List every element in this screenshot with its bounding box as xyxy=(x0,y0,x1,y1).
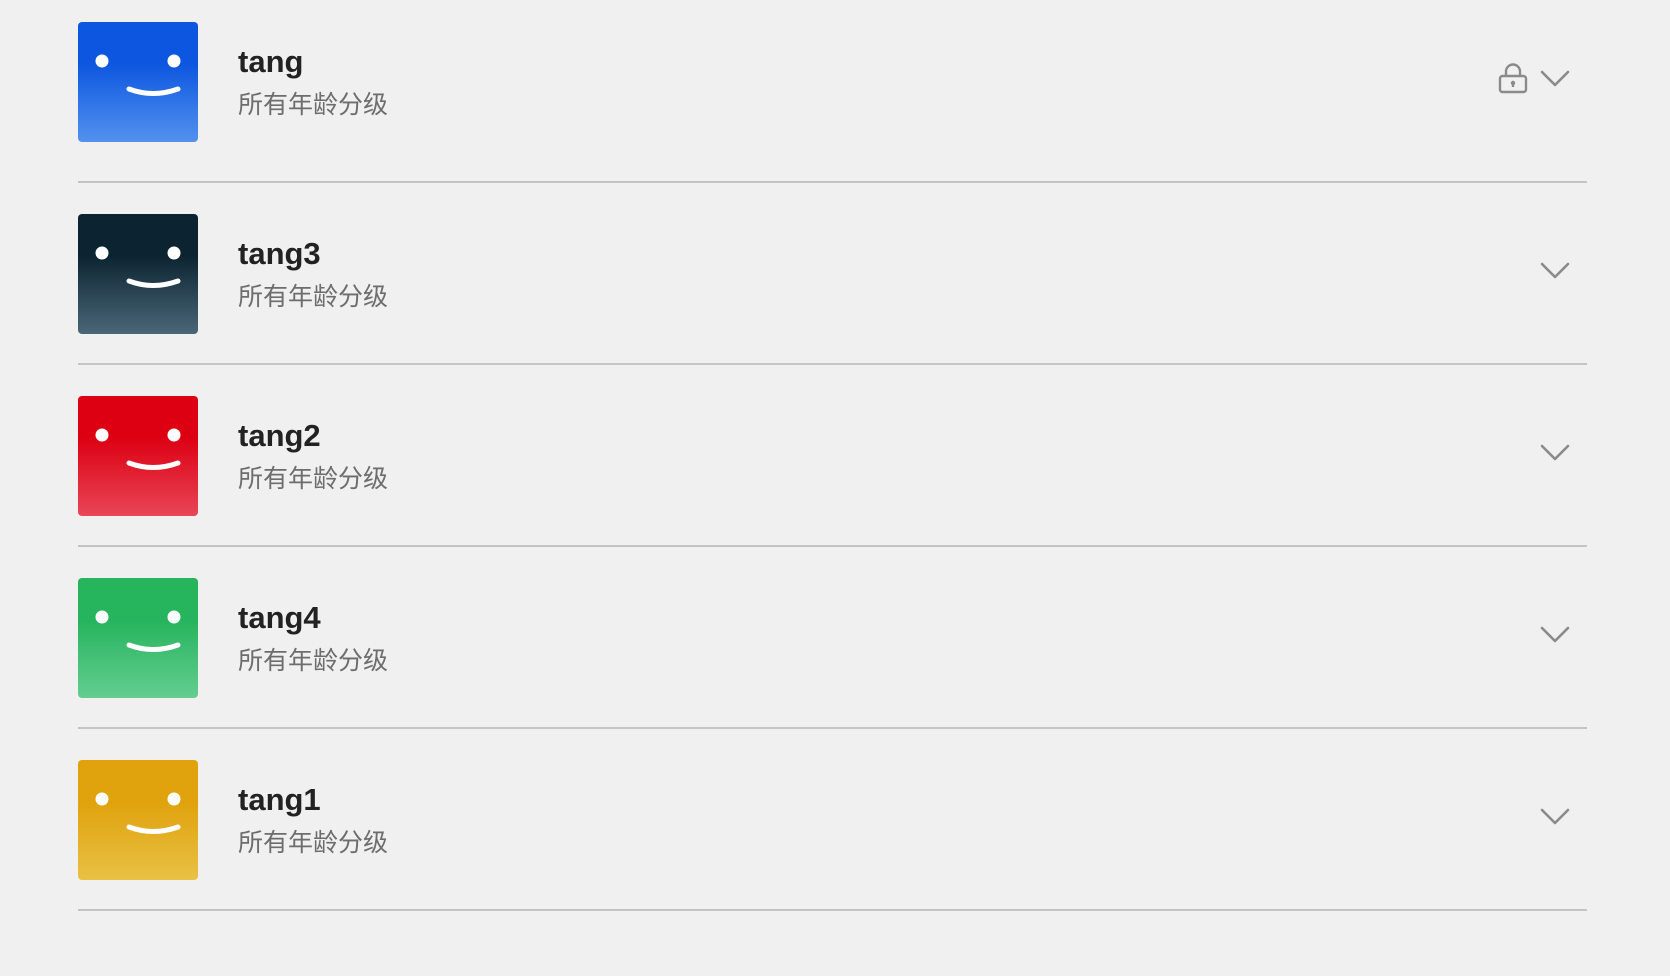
profile-rating: 所有年龄分级 xyxy=(238,90,389,119)
row-actions xyxy=(1539,618,1571,650)
smiley-face-icon xyxy=(78,22,198,142)
profile-row-tang4[interactable]: tang4 所有年龄分级 xyxy=(78,547,1587,729)
row-actions xyxy=(1539,436,1571,468)
profile-avatar[interactable] xyxy=(78,214,198,334)
row-actions xyxy=(1539,254,1571,286)
profile-avatar[interactable] xyxy=(78,396,198,516)
smiley-face-icon xyxy=(78,396,198,516)
profile-name: tang xyxy=(238,44,304,79)
profile-row-tang[interactable]: tang 所有年龄分级 xyxy=(78,0,1587,183)
row-actions xyxy=(1497,62,1571,94)
row-actions xyxy=(1539,800,1571,832)
profile-list: tang 所有年龄分级 tang3 所有年龄分级 tang2 所有年龄分级 ta… xyxy=(78,0,1587,911)
smiley-face-icon xyxy=(78,578,198,698)
profile-rating: 所有年龄分级 xyxy=(238,464,389,493)
profile-avatar[interactable] xyxy=(78,22,198,142)
profile-rating: 所有年龄分级 xyxy=(238,828,389,857)
profile-name: tang4 xyxy=(238,600,321,635)
profile-text: tang1 所有年龄分级 xyxy=(238,781,388,859)
chevron-down-icon[interactable] xyxy=(1539,436,1571,468)
chevron-down-icon[interactable] xyxy=(1539,800,1571,832)
chevron-down-icon[interactable] xyxy=(1539,254,1571,286)
profile-row-tang1[interactable]: tang1 所有年龄分级 xyxy=(78,729,1587,911)
profile-text: tang 所有年龄分级 xyxy=(238,43,388,121)
profile-row-tang3[interactable]: tang3 所有年龄分级 xyxy=(78,183,1587,365)
profile-name: tang3 xyxy=(238,236,321,271)
profile-rating: 所有年龄分级 xyxy=(238,646,389,675)
profile-row-tang2[interactable]: tang2 所有年龄分级 xyxy=(78,365,1587,547)
chevron-down-icon[interactable] xyxy=(1539,618,1571,650)
profile-name: tang1 xyxy=(238,782,321,817)
profile-text: tang4 所有年龄分级 xyxy=(238,599,388,677)
profile-avatar[interactable] xyxy=(78,760,198,880)
profile-avatar[interactable] xyxy=(78,578,198,698)
profile-name: tang2 xyxy=(238,418,321,453)
profile-text: tang3 所有年龄分级 xyxy=(238,235,388,313)
smiley-face-icon xyxy=(78,760,198,880)
profile-rating: 所有年龄分级 xyxy=(238,282,389,311)
profile-text: tang2 所有年龄分级 xyxy=(238,417,388,495)
smiley-face-icon xyxy=(78,214,198,334)
chevron-down-icon[interactable] xyxy=(1539,62,1571,94)
lock-icon xyxy=(1497,62,1529,94)
